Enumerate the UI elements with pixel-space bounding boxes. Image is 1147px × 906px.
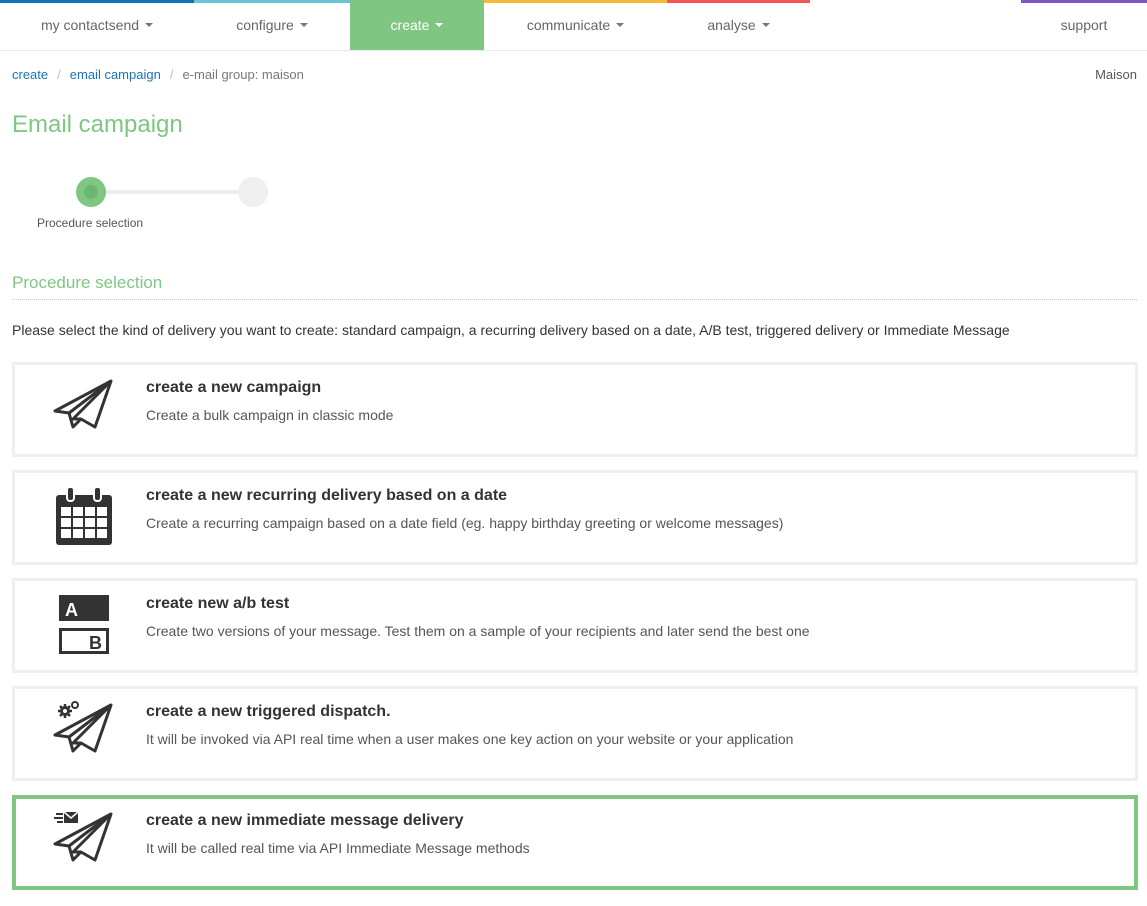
caret-down-icon — [435, 23, 444, 27]
nav-communicate[interactable]: communicate — [484, 0, 667, 50]
nav-color-bar — [0, 0, 194, 3]
paper-plane-icon — [53, 379, 113, 429]
nav-label: communicate — [526, 17, 611, 33]
progress-stepper: Procedure selection — [37, 176, 277, 236]
breadcrumb-separator: / — [169, 67, 174, 82]
section-intro: Please select the kind of delivery you w… — [12, 322, 1010, 338]
caret-down-icon — [299, 23, 308, 27]
stepper-line — [92, 190, 252, 194]
option-title: create a new triggered dispatch. — [146, 703, 391, 720]
svg-text:A: A — [65, 600, 78, 620]
nav-create[interactable]: create — [350, 0, 484, 50]
option-recurring-delivery[interactable]: create a new recurring delivery based on… — [12, 470, 1138, 565]
nav-color-bar — [484, 0, 667, 3]
option-title: create new a/b test — [146, 595, 290, 612]
nav-support[interactable]: support — [1021, 0, 1147, 50]
option-description: It will be invoked via API real time whe… — [146, 731, 794, 747]
top-navigation: my contactsend configure create communic… — [0, 0, 1147, 51]
nav-my-contactsend[interactable]: my contactsend — [0, 0, 194, 50]
nav-color-bar — [667, 0, 810, 3]
account-name: Maison — [1095, 67, 1137, 82]
nav-label: support — [1060, 17, 1108, 33]
option-description: Create a bulk campaign in classic mode — [146, 407, 394, 423]
breadcrumb-current: e-mail group: maison — [182, 67, 304, 82]
option-ab-test[interactable]: A B create new a/b test Create two versi… — [12, 578, 1138, 673]
section-divider — [12, 299, 1137, 300]
page-title: Email campaign — [12, 111, 183, 138]
option-new-campaign[interactable]: create a new campaign Create a bulk camp… — [12, 362, 1138, 457]
step-1-label: Procedure selection — [37, 216, 144, 230]
caret-down-icon — [616, 23, 625, 27]
option-description: Create two versions of your message. Tes… — [146, 623, 810, 639]
breadcrumb-separator: / — [57, 67, 61, 82]
step-1-active — [76, 177, 106, 207]
option-triggered-dispatch[interactable]: create a new triggered dispatch. It will… — [12, 686, 1138, 781]
nav-label: configure — [236, 17, 294, 33]
immediate-message-icon — [53, 811, 113, 862]
nav-label: analyse — [707, 17, 756, 33]
option-title: create a new recurring delivery based on… — [146, 487, 508, 504]
breadcrumb-create[interactable]: create — [12, 67, 48, 82]
triggered-plane-icon — [53, 701, 113, 753]
option-immediate-message[interactable]: create a new immediate message delivery … — [12, 795, 1138, 890]
step-2-pending — [238, 177, 268, 207]
section-title: Procedure selection — [12, 273, 163, 292]
nav-color-bar — [1021, 0, 1147, 3]
breadcrumb-email-campaign[interactable]: email campaign — [70, 67, 161, 82]
option-description: Create a recurring campaign based on a d… — [146, 515, 784, 531]
svg-text:B: B — [89, 633, 102, 653]
option-description: It will be called real time via API Imme… — [146, 840, 530, 856]
option-title: create a new immediate message delivery — [146, 812, 464, 829]
nav-configure[interactable]: configure — [194, 0, 350, 50]
nav-label: create — [390, 17, 430, 33]
nav-analyse[interactable]: analyse — [667, 0, 810, 50]
ab-test-icon: A B — [59, 595, 109, 654]
calendar-icon — [56, 486, 112, 545]
breadcrumb: create / email campaign / e-mail group: … — [12, 67, 304, 82]
caret-down-icon — [761, 23, 770, 27]
option-title: create a new campaign — [146, 379, 322, 396]
caret-down-icon — [145, 23, 154, 27]
nav-label: my contactsend — [40, 17, 140, 33]
nav-color-bar — [194, 0, 350, 3]
